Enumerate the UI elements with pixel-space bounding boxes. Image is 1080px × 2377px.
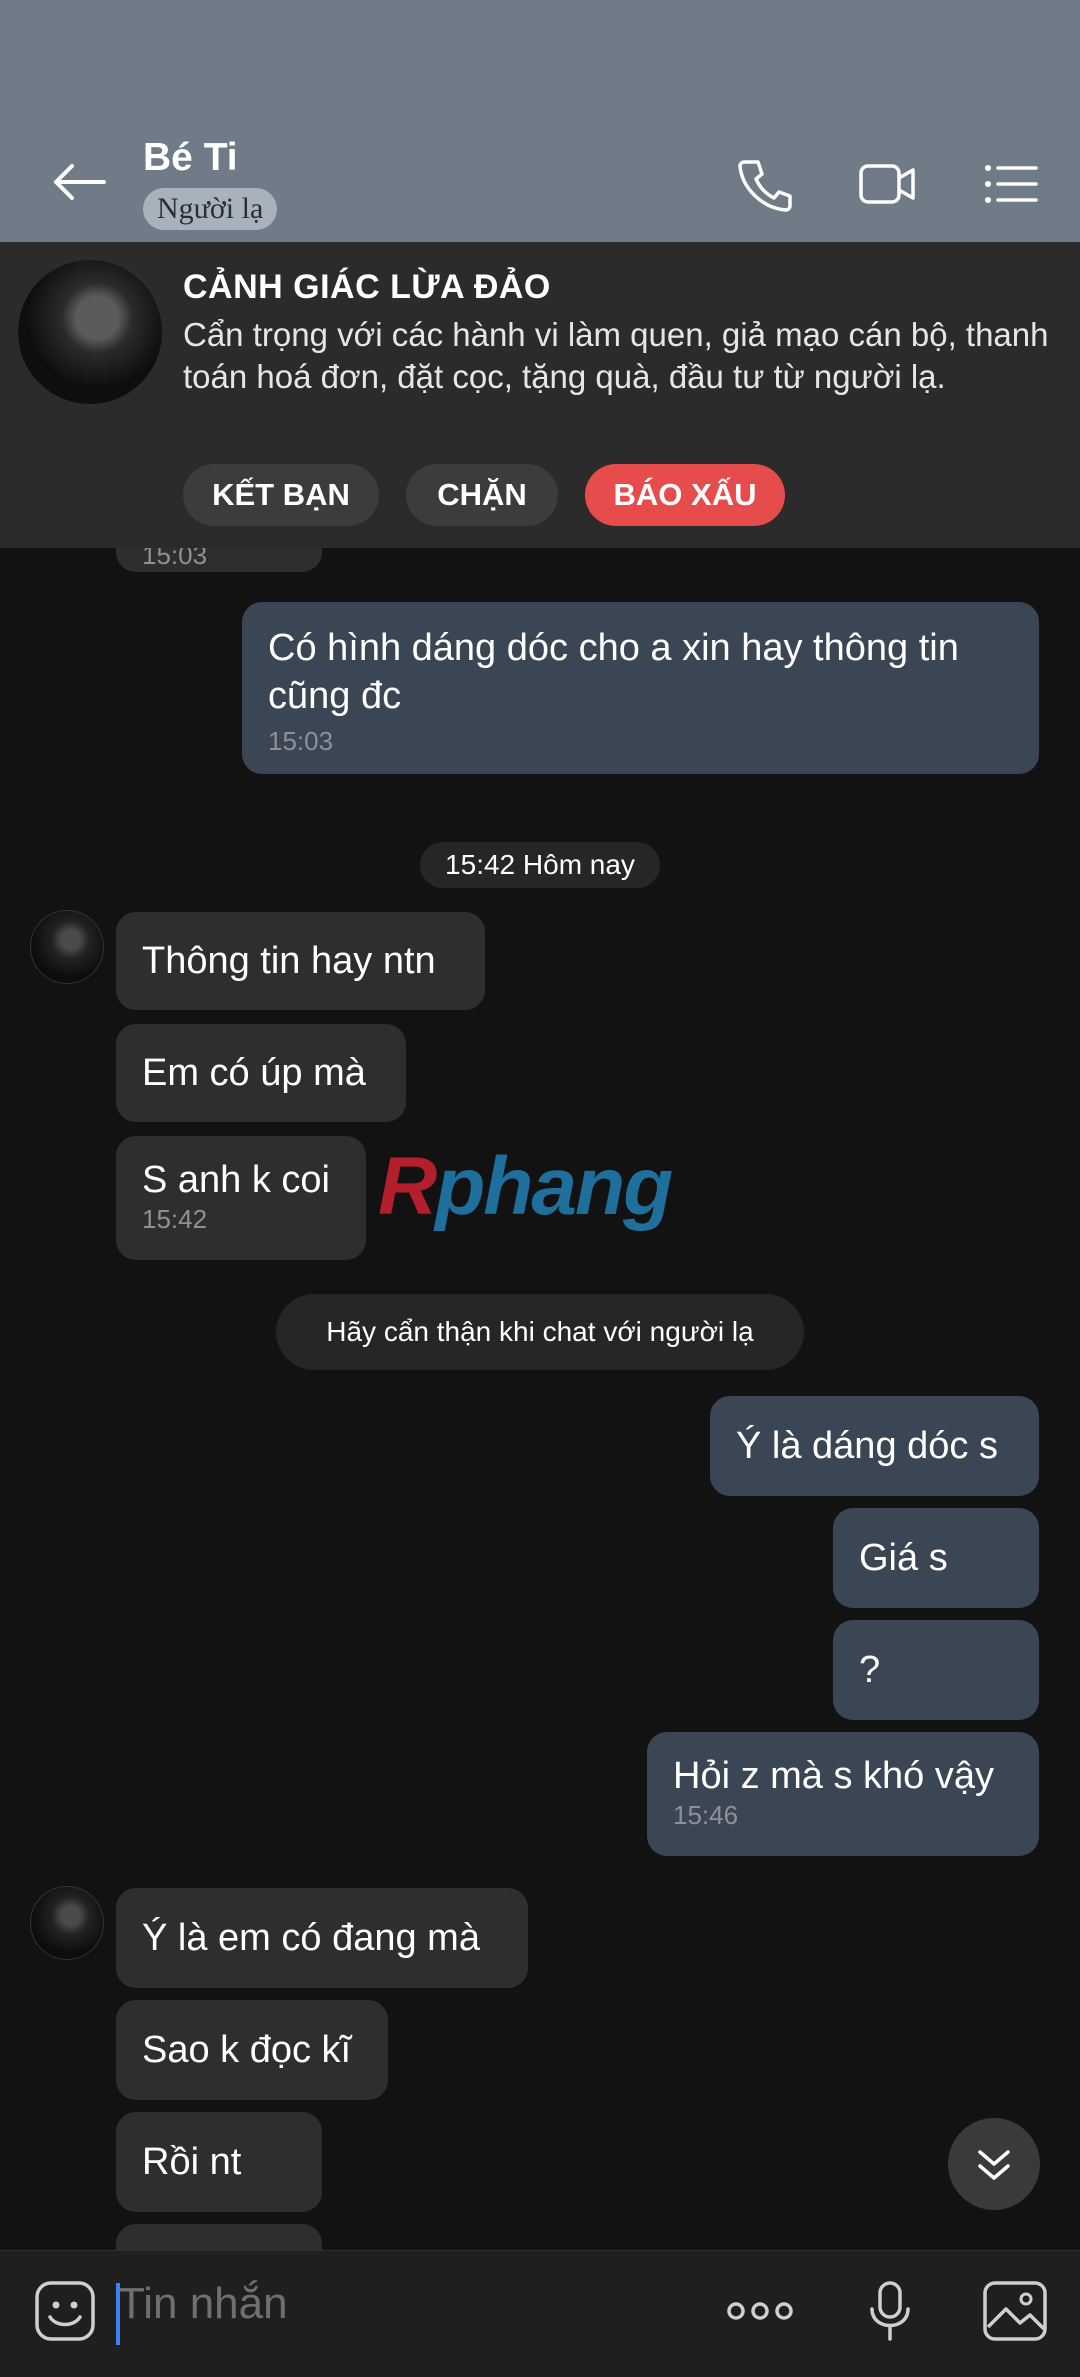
mic-icon[interactable]	[864, 2279, 916, 2343]
status-bar	[0, 0, 1080, 120]
message-bubble[interactable]: Em có úp mà	[116, 1024, 406, 1122]
message-input[interactable]: Tin nhắn	[118, 2279, 288, 2329]
back-arrow-icon[interactable]	[52, 162, 108, 202]
sticker-icon[interactable]	[34, 2279, 96, 2343]
message-bubble[interactable]	[116, 2224, 322, 2250]
date-divider: 15:42 Hôm nay	[420, 842, 660, 888]
message-text: Thông tin hay ntn	[142, 940, 436, 982]
message-text: Em có úp mà	[142, 1052, 366, 1094]
message-bubble[interactable]: Sao k đọc kĩ	[116, 2000, 388, 2100]
message-bubble-out[interactable]: ?	[833, 1620, 1039, 1720]
message-bubble-out[interactable]: Hỏi z mà s khó vậy 15:46	[647, 1732, 1039, 1856]
message-list[interactable]: 15:03 Có hình dáng dóc cho a xin hay thô…	[0, 548, 1080, 2250]
scroll-to-bottom-button[interactable]	[948, 2118, 1040, 2210]
scam-warning-banner: CẢNH GIÁC LỪA ĐẢO Cẩn trọng với các hành…	[0, 242, 1080, 548]
message-time: 15:42	[142, 1204, 208, 1234]
report-button[interactable]: BÁO XẤU	[585, 464, 785, 526]
video-icon[interactable]	[858, 156, 916, 212]
message-text: S anh k coi	[142, 1159, 330, 1201]
message-time: 15:03	[268, 726, 334, 756]
message-text: Rồi nt	[142, 2141, 242, 2183]
watermark: Rphang	[378, 1141, 673, 1232]
message-text: Sao k đọc kĩ	[142, 2029, 352, 2071]
warning-title: CẢNH GIÁC LỪA ĐẢO	[183, 268, 551, 306]
contact-avatar[interactable]	[30, 1886, 104, 1960]
stranger-badge: Người lạ	[143, 188, 278, 230]
message-text: Ý là em có đang mà	[142, 1917, 480, 1959]
message-text: ?	[859, 1649, 881, 1691]
message-bubble-out[interactable]: Ý là dáng dóc s	[710, 1396, 1039, 1496]
message-text: Có hình dáng dóc cho a xin hay thông tin…	[268, 627, 959, 717]
warning-text: Cẩn trọng với các hành vi làm quen, giả …	[183, 316, 1049, 395]
message-text: Ý là dáng dóc s	[736, 1425, 998, 1467]
menu-list-icon[interactable]	[982, 156, 1040, 212]
message-bubble[interactable]: Ý là em có đang mà	[116, 1888, 528, 1988]
stranger-notice: Hãy cẩn thận khi chat với người lạ	[276, 1294, 804, 1370]
message-bubble-out[interactable]: Có hình dáng dóc cho a xin hay thông tin…	[242, 602, 1039, 774]
block-button[interactable]: CHẶN	[406, 464, 558, 526]
contact-avatar[interactable]	[30, 910, 104, 984]
more-icon[interactable]	[726, 2279, 794, 2343]
image-icon[interactable]	[982, 2279, 1048, 2343]
chevron-double-down-icon	[978, 2150, 1010, 2180]
message-text: Hỏi z mà s khó vậy	[673, 1755, 994, 1797]
contact-name[interactable]: Bé Ti	[143, 136, 238, 180]
message-bubble-out[interactable]: Giá s	[833, 1508, 1039, 1608]
chat-header: Bé Ti Người lạ	[0, 120, 1080, 242]
message-bubble[interactable]: Rồi nt	[116, 2112, 322, 2212]
message-time: 15:03	[142, 548, 208, 570]
message-bubble[interactable]: S anh k coi 15:42	[116, 1136, 366, 1260]
add-friend-button[interactable]: KẾT BẠN	[183, 464, 379, 526]
message-time: 15:46	[673, 1800, 739, 1830]
input-bar: Tin nhắn	[0, 2250, 1080, 2377]
message-bubble[interactable]: Thông tin hay ntn	[116, 912, 485, 1010]
message-bubble[interactable]: 15:03	[116, 548, 322, 572]
contact-avatar[interactable]	[18, 260, 162, 404]
phone-icon[interactable]	[736, 156, 794, 212]
message-text: Giá s	[859, 1537, 948, 1579]
